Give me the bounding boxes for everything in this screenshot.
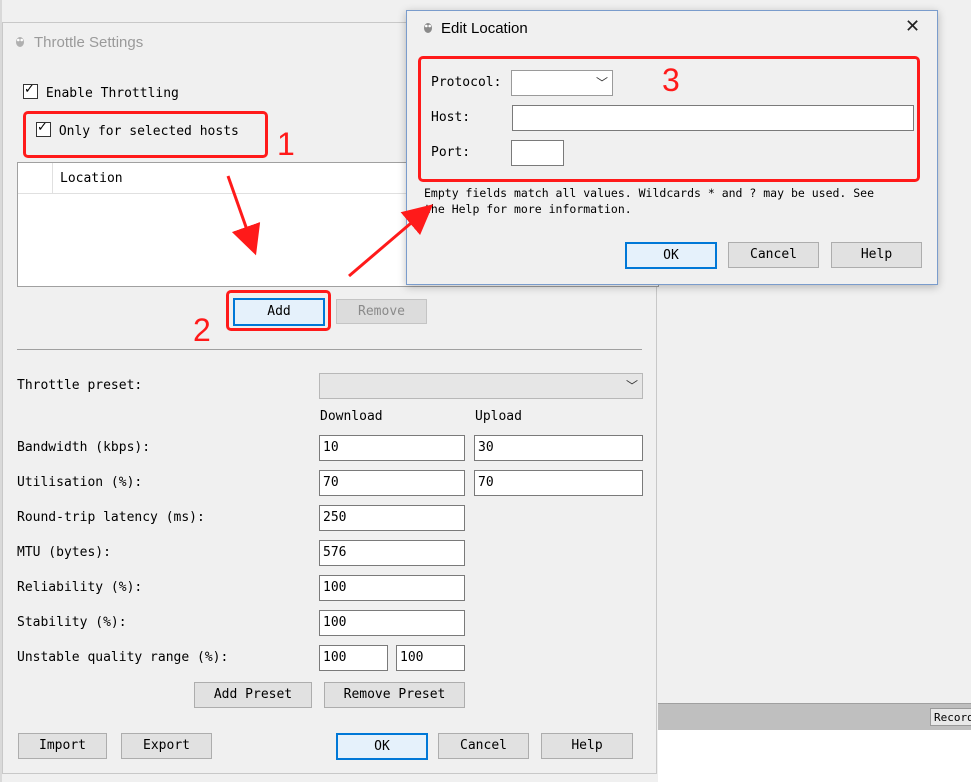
annotation-arrow-1 [226,175,261,256]
annotation-arrow-2 [348,204,434,278]
annotation-arrows [226,175,434,278]
